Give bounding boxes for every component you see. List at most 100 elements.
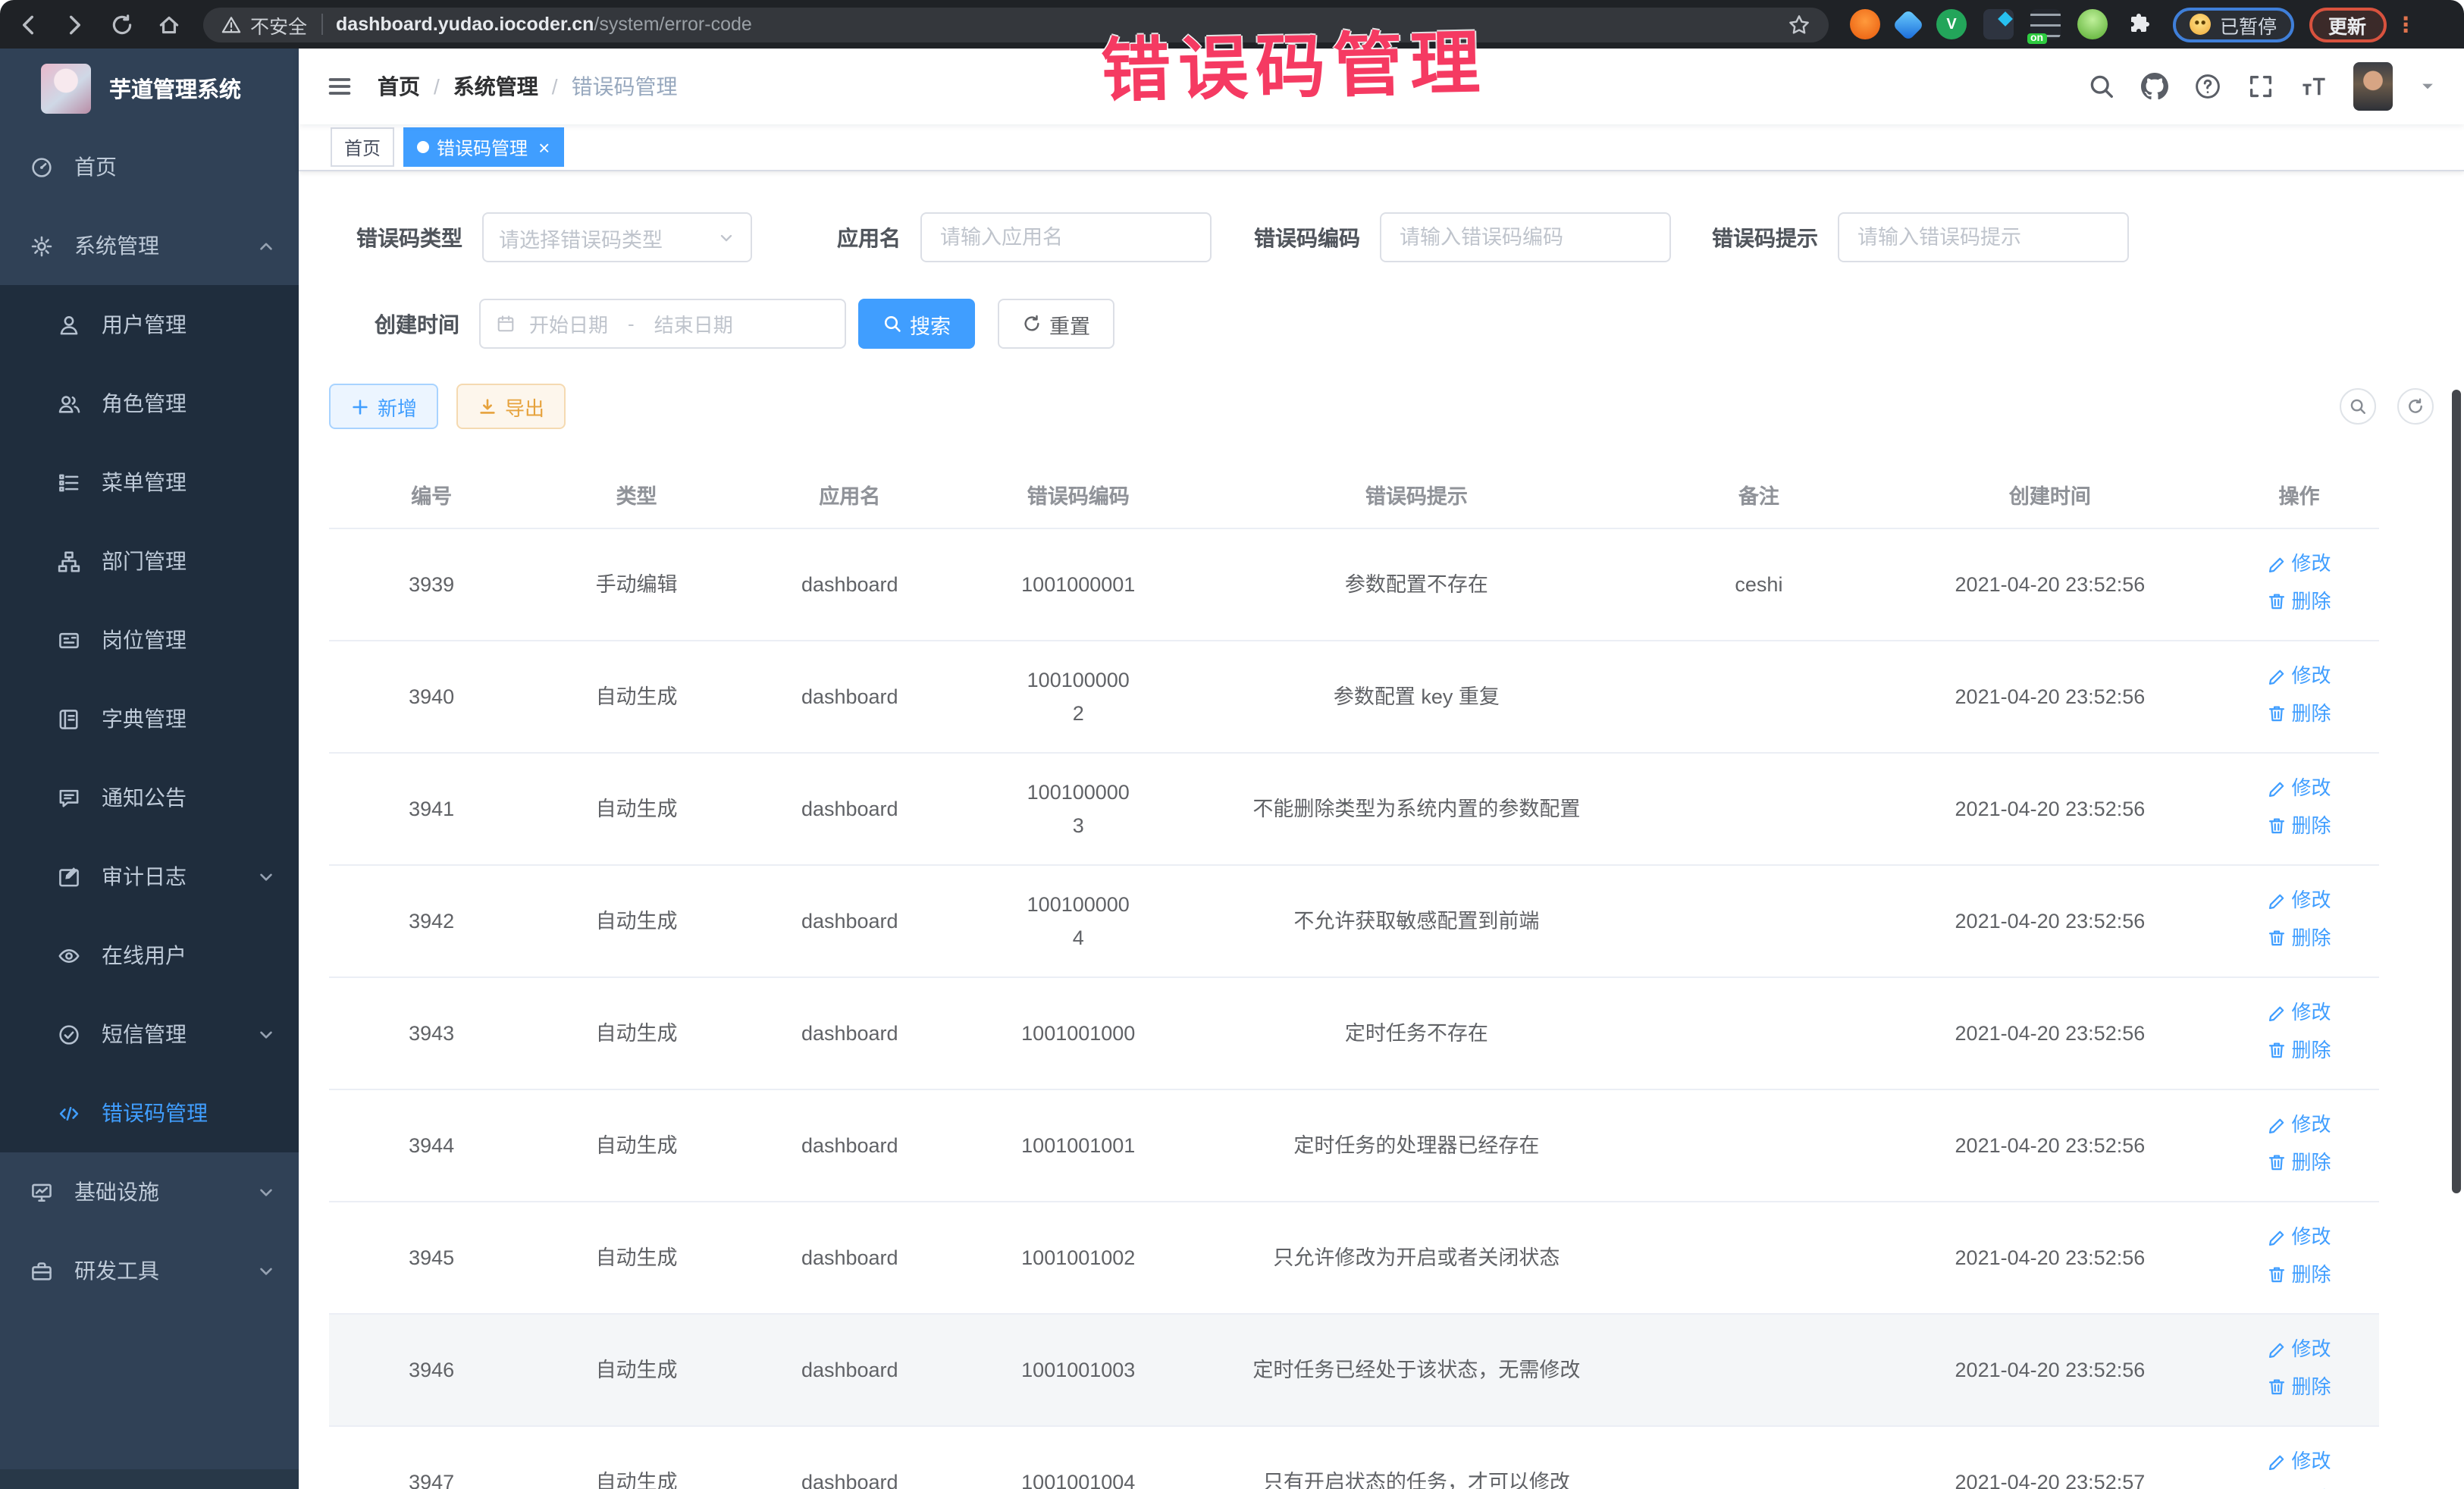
sidebar-item-department-management[interactable]: 部门管理 bbox=[0, 522, 299, 600]
sidebar-item-online-users[interactable]: 在线用户 bbox=[0, 916, 299, 995]
hamburger-icon[interactable] bbox=[326, 73, 353, 100]
delete-link[interactable]: 删除 bbox=[2267, 1033, 2331, 1067]
cell-app: dashboard bbox=[739, 641, 961, 753]
extension-green-person-icon[interactable] bbox=[2077, 9, 2108, 39]
extension-script-on-icon[interactable]: on bbox=[2030, 9, 2061, 39]
error-hint-input[interactable] bbox=[1838, 212, 2129, 262]
sidebar-item-error-code-management[interactable]: 错误码管理 bbox=[0, 1074, 299, 1152]
scrollbar-thumb[interactable] bbox=[2452, 390, 2461, 1193]
sidebar-item-dev-tools[interactable]: 研发工具 bbox=[0, 1231, 299, 1310]
delete-link[interactable]: 删除 bbox=[2267, 921, 2331, 955]
security-label: 不安全 bbox=[250, 10, 307, 39]
tag-close-icon[interactable]: × bbox=[538, 137, 550, 157]
table-toolbar: 新增 导出 bbox=[329, 384, 2434, 429]
cell-remark bbox=[1637, 1426, 1881, 1489]
chevron-down-icon bbox=[717, 228, 735, 246]
edit-link[interactable]: 修改 bbox=[2267, 547, 2331, 581]
cell-id: 3944 bbox=[329, 1089, 534, 1202]
cell-type: 自动生成 bbox=[534, 1202, 738, 1314]
profile-paused-badge[interactable]: 已暂停 bbox=[2173, 7, 2293, 42]
edit-link[interactable]: 修改 bbox=[2267, 1108, 2331, 1142]
delete-link[interactable]: 删除 bbox=[2267, 697, 2331, 730]
extension-orange-icon[interactable] bbox=[1850, 9, 1880, 39]
delete-link[interactable]: 删除 bbox=[2267, 1482, 2331, 1489]
edit-link[interactable]: 修改 bbox=[2267, 884, 2331, 917]
refresh-table-button[interactable] bbox=[2397, 388, 2434, 425]
sidebar-item-sms-management[interactable]: 短信管理 bbox=[0, 995, 299, 1074]
extensions-puzzle-icon[interactable] bbox=[2124, 9, 2155, 39]
font-size-icon[interactable] bbox=[2300, 73, 2328, 100]
delete-link[interactable]: 删除 bbox=[2267, 1370, 2331, 1403]
browser-menu-icon[interactable]: ⋮ bbox=[2395, 11, 2416, 37]
error-code-input[interactable] bbox=[1380, 212, 1671, 262]
user-avatar[interactable] bbox=[2353, 62, 2393, 111]
edit-link[interactable]: 修改 bbox=[2267, 660, 2331, 693]
breadcrumb-home[interactable]: 首页 bbox=[378, 71, 420, 102]
breadcrumb-system[interactable]: 系统管理 bbox=[453, 71, 538, 102]
add-button[interactable]: 新增 bbox=[329, 384, 438, 429]
bookmark-star-icon[interactable] bbox=[1788, 13, 1810, 36]
edit-link[interactable]: 修改 bbox=[2267, 1445, 2331, 1478]
sidebar-item-user-management[interactable]: 用户管理 bbox=[0, 285, 299, 364]
sidebar-item-label: 首页 bbox=[74, 152, 117, 182]
delete-link[interactable]: 删除 bbox=[2267, 809, 2331, 842]
sidebar-item-infrastructure[interactable]: 基础设施 bbox=[0, 1152, 299, 1231]
edit-link[interactable]: 修改 bbox=[2267, 1221, 2331, 1254]
sidebar-item-system-management[interactable]: 系统管理 bbox=[0, 206, 299, 285]
cell-app: dashboard bbox=[739, 1089, 961, 1202]
toggle-search-button[interactable] bbox=[2340, 388, 2376, 425]
extension-green-v-icon[interactable]: V bbox=[1936, 9, 1967, 39]
sidebar-collapse-bar[interactable] bbox=[0, 1469, 299, 1489]
browser-forward-icon[interactable] bbox=[62, 11, 88, 37]
date-range-picker[interactable]: 开始日期 - 结束日期 bbox=[479, 299, 846, 349]
dashboard-icon bbox=[30, 155, 53, 178]
app-logo[interactable]: 芋道管理系统 bbox=[0, 49, 299, 127]
search-icon[interactable] bbox=[2088, 73, 2115, 100]
table-row: 3944自动生成dashboard1001001001定时任务的处理器已经存在2… bbox=[329, 1089, 2379, 1202]
cell-id: 3945 bbox=[329, 1202, 534, 1314]
sidebar-item-dict-management[interactable]: 字典管理 bbox=[0, 679, 299, 758]
sidebar: 芋道管理系统 首页系统管理用户管理角色管理菜单管理部门管理岗位管理字典管理通知公… bbox=[0, 49, 299, 1489]
error-type-select[interactable]: 请选择错误码类型 bbox=[482, 212, 752, 262]
tag-error-code[interactable]: 错误码管理 × bbox=[403, 127, 563, 167]
delete-link[interactable]: 删除 bbox=[2267, 1146, 2331, 1179]
browser-update-button[interactable]: 更新 bbox=[2309, 7, 2386, 42]
search-button[interactable]: 搜索 bbox=[858, 299, 975, 349]
reset-button[interactable]: 重置 bbox=[998, 299, 1114, 349]
breadcrumb-separator: / bbox=[434, 74, 440, 99]
table-row: 3945自动生成dashboard1001001002只允许修改为开启或者关闭状… bbox=[329, 1202, 2379, 1314]
sidebar-item-post-management[interactable]: 岗位管理 bbox=[0, 600, 299, 679]
tag-home[interactable]: 首页 bbox=[331, 127, 394, 167]
cell-type: 自动生成 bbox=[534, 1089, 738, 1202]
browser-reload-icon[interactable] bbox=[109, 11, 135, 37]
edit-link[interactable]: 修改 bbox=[2267, 1333, 2331, 1366]
sidebar-item-menu-management[interactable]: 菜单管理 bbox=[0, 443, 299, 522]
cell-created: 2021-04-20 23:52:56 bbox=[1881, 528, 2219, 641]
address-bar[interactable]: 不安全 dashboard.yudao.iocoder.cn/system/er… bbox=[203, 7, 1829, 42]
sidebar-item-role-management[interactable]: 角色管理 bbox=[0, 364, 299, 443]
extension-gem-icon[interactable] bbox=[1892, 8, 1924, 40]
edit-icon bbox=[2267, 891, 2287, 911]
help-icon[interactable] bbox=[2194, 73, 2221, 100]
edit-link[interactable]: 修改 bbox=[2267, 996, 2331, 1030]
delete-link[interactable]: 删除 bbox=[2267, 585, 2331, 618]
caret-down-icon[interactable] bbox=[2419, 77, 2437, 96]
browser-home-icon[interactable] bbox=[156, 11, 182, 37]
app-name-input[interactable] bbox=[920, 212, 1212, 262]
sidebar-item-label: 字典管理 bbox=[102, 704, 187, 734]
browser-back-icon[interactable] bbox=[15, 11, 41, 37]
sidebar-item-home[interactable]: 首页 bbox=[0, 127, 299, 206]
delete-icon bbox=[2267, 1152, 2287, 1172]
export-button[interactable]: 导出 bbox=[456, 384, 566, 429]
edit-link[interactable]: 修改 bbox=[2267, 772, 2331, 805]
sidebar-item-notice-announcement[interactable]: 通知公告 bbox=[0, 758, 299, 837]
tags-view: 首页 错误码管理 × bbox=[299, 124, 2464, 171]
sidebar-item-label: 错误码管理 bbox=[102, 1098, 208, 1128]
github-icon[interactable] bbox=[2141, 73, 2168, 100]
cell-code: 100100000 2 bbox=[961, 641, 1196, 753]
cell-id: 3947 bbox=[329, 1426, 534, 1489]
fullscreen-icon[interactable] bbox=[2247, 73, 2274, 100]
delete-link[interactable]: 删除 bbox=[2267, 1258, 2331, 1291]
sidebar-item-audit-log[interactable]: 审计日志 bbox=[0, 837, 299, 916]
extension-grid-icon[interactable] bbox=[1983, 9, 2014, 39]
